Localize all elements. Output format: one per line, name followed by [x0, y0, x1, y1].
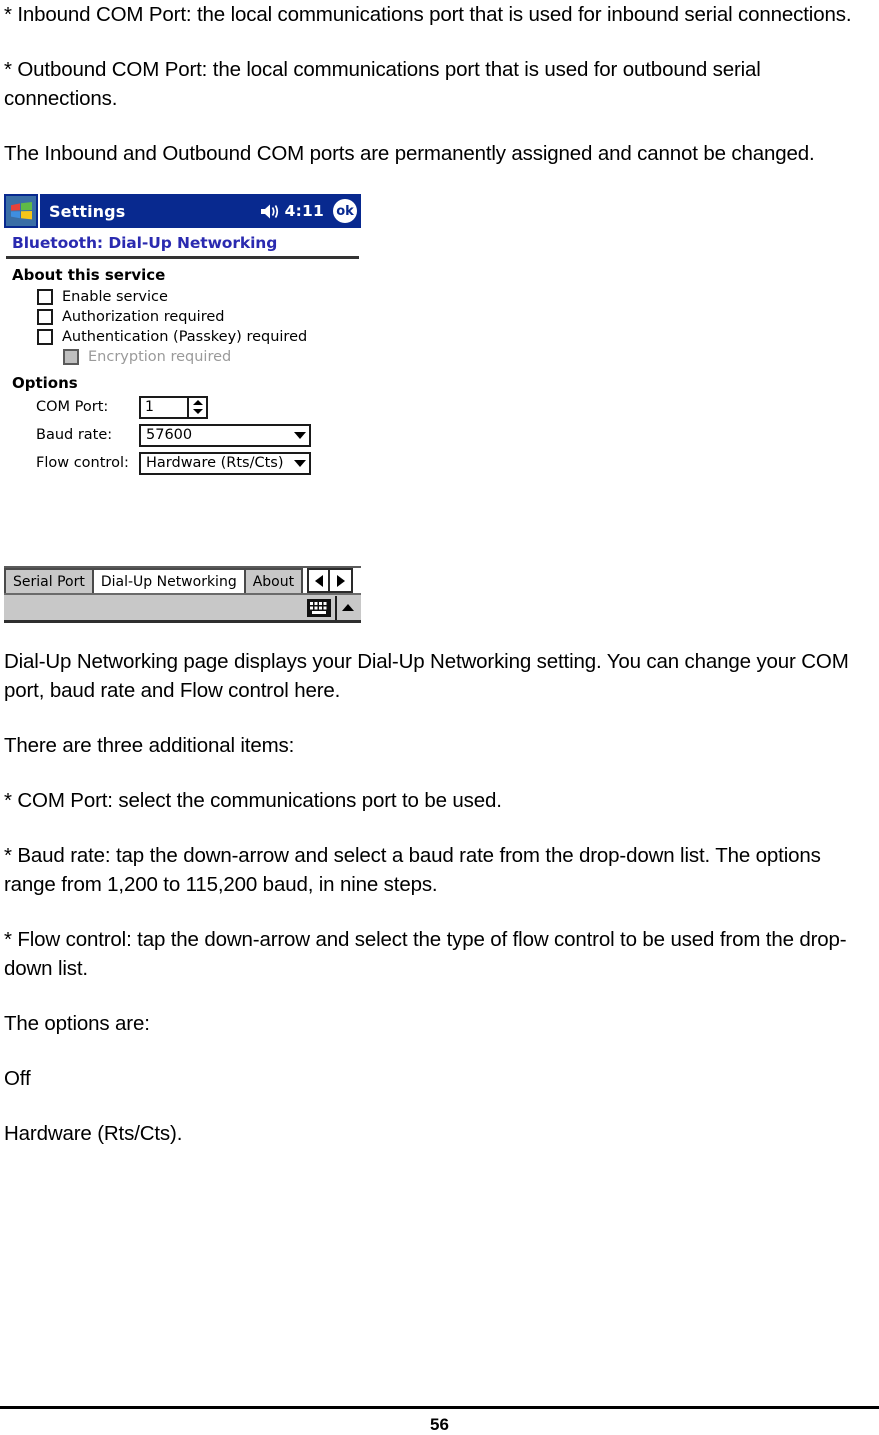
com-port-spin-buttons[interactable]: [189, 395, 208, 419]
tab-navigation: [307, 568, 354, 593]
authentication-required-label: Authentication (Passkey) required: [62, 329, 308, 345]
about-section-title: About this service: [12, 266, 166, 284]
tab-scroll-right-button[interactable]: [330, 568, 354, 593]
triangle-up-icon: [192, 399, 203, 405]
title-divider: [38, 194, 40, 228]
pda-clock: 4:11: [284, 202, 324, 220]
page-number: 56: [430, 1415, 449, 1434]
sip-divider: [335, 595, 337, 620]
authorization-required-label: Authorization required: [62, 309, 225, 325]
tab-serial-port[interactable]: Serial Port: [4, 568, 94, 593]
encryption-required-checkbox: [63, 349, 79, 365]
tab-bar: Serial Port Dial-Up Networking About: [4, 566, 361, 593]
checkbox-row-authorization-required[interactable]: Authorization required: [37, 309, 361, 325]
option-row-com-port: COM Port: 1: [36, 395, 361, 419]
ok-button[interactable]: ok: [333, 199, 357, 223]
com-port-label: COM Port:: [36, 399, 109, 415]
baud-rate-dropdown[interactable]: 57600: [139, 423, 311, 447]
authentication-required-checkbox[interactable]: [37, 329, 53, 345]
flow-control-label: Flow control:: [36, 455, 129, 471]
com-port-decrement-button[interactable]: [189, 407, 206, 417]
paragraph-inbound-com-port: * Inbound COM Port: the local communicat…: [4, 3, 852, 26]
speaker-icon[interactable]: [260, 203, 279, 220]
chevron-down-icon[interactable]: [294, 459, 306, 467]
title-bar-status-area: 4:11 ok: [260, 199, 361, 223]
flow-control-dropdown[interactable]: Hardware (Rts/Cts): [139, 451, 311, 475]
tab-scroll-left-button[interactable]: [307, 568, 331, 593]
baud-rate-label: Baud rate:: [36, 427, 113, 443]
windows-flag-icon: [10, 202, 32, 220]
pda-content-area: About this service Enable service Author…: [4, 259, 361, 566]
pda-title-bar: Settings 4:11 ok: [4, 194, 361, 228]
start-button[interactable]: [6, 196, 36, 226]
paragraph-outbound-com-port: * Outbound COM Port: the local communica…: [4, 58, 761, 110]
paragraph-option-hardware: Hardware (Rts/Cts).: [4, 1122, 183, 1145]
authorization-required-checkbox[interactable]: [37, 309, 53, 325]
com-port-value[interactable]: 1: [139, 395, 189, 419]
chevron-up-icon[interactable]: [342, 604, 354, 611]
paragraph-dun-overview: Dial-Up Networking page displays your Di…: [4, 650, 849, 702]
paragraph-flow-control-item: * Flow control: tap the down-arrow and s…: [4, 928, 847, 980]
options-section-title: Options: [12, 374, 78, 392]
paragraph-options-are: The options are:: [4, 1012, 150, 1035]
com-port-increment-button[interactable]: [189, 398, 206, 408]
baud-rate-value: 57600: [146, 427, 193, 443]
arrow-left-icon: [314, 574, 323, 587]
checkbox-row-enable-service[interactable]: Enable service: [37, 289, 361, 305]
paragraph-baud-rate-item: * Baud rate: tap the down-arrow and sele…: [4, 844, 821, 896]
flow-control-value: Hardware (Rts/Cts): [146, 455, 284, 471]
paragraph-three-items: There are three additional items:: [4, 734, 295, 757]
checkbox-row-encryption-required: Encryption required: [63, 349, 361, 365]
manual-page: * Inbound COM Port: the local communicat…: [0, 0, 879, 1435]
pda-title: Settings: [49, 201, 126, 221]
encryption-required-label: Encryption required: [88, 349, 232, 365]
paragraph-option-off: Off: [4, 1067, 31, 1090]
pda-page-heading: Bluetooth: Dial-Up Networking: [12, 234, 278, 252]
enable-service-checkbox[interactable]: [37, 289, 53, 305]
option-row-flow-control: Flow control: Hardware (Rts/Cts): [36, 451, 361, 475]
paragraph-ports-permanent: The Inbound and Outbound COM ports are p…: [4, 142, 815, 165]
keyboard-icon[interactable]: [307, 598, 331, 617]
tab-dial-up-networking[interactable]: Dial-Up Networking: [91, 568, 246, 593]
option-row-baud-rate: Baud rate: 57600: [36, 423, 361, 447]
page-footer: 56: [0, 1406, 879, 1435]
chevron-down-icon[interactable]: [294, 431, 306, 439]
soft-input-panel-bar: [4, 593, 361, 623]
arrow-right-icon: [336, 574, 345, 587]
pda-screenshot-figure: Settings 4:11 ok Bluetooth: Dial-Up Netw…: [4, 194, 361, 623]
tab-about[interactable]: About: [243, 568, 304, 593]
paragraph-com-port-item: * COM Port: select the communications po…: [4, 789, 502, 812]
triangle-down-icon: [192, 409, 203, 415]
checkbox-row-authentication-required[interactable]: Authentication (Passkey) required: [37, 329, 361, 345]
enable-service-label: Enable service: [62, 289, 168, 305]
com-port-stepper[interactable]: 1: [139, 395, 208, 419]
